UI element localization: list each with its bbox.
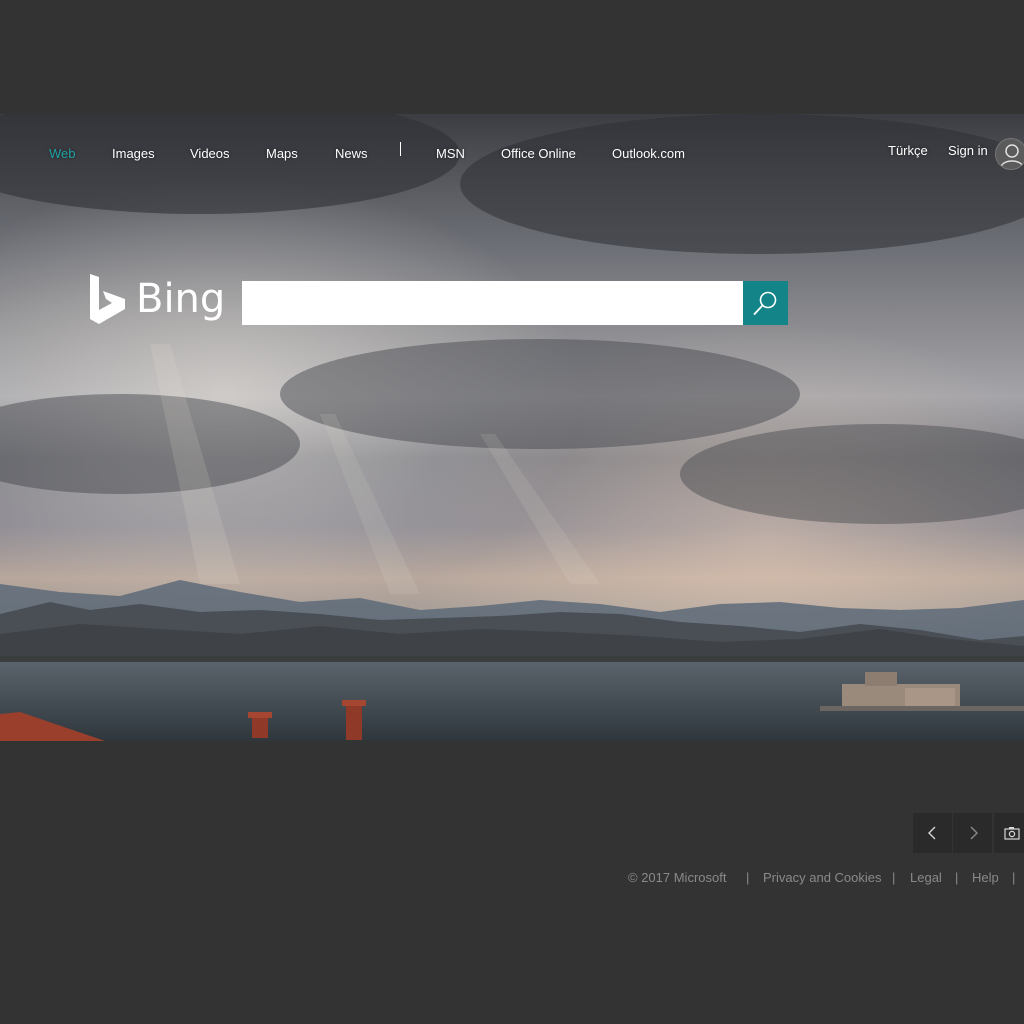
- camera-button[interactable]: [994, 813, 1024, 853]
- nav-maps[interactable]: Maps: [266, 146, 298, 161]
- bing-b-icon: [90, 274, 125, 324]
- user-silhouette-icon[interactable]: [995, 138, 1024, 170]
- footer-separator: |: [746, 870, 750, 885]
- copyright: © 2017 Microsoft: [628, 870, 727, 885]
- search-button[interactable]: [743, 281, 788, 325]
- nav-msn[interactable]: MSN: [436, 146, 465, 161]
- nav-divider: [400, 142, 401, 156]
- chevron-left-icon: [928, 826, 936, 840]
- nav-videos[interactable]: Videos: [190, 146, 230, 161]
- search-icon: [753, 291, 777, 315]
- chevron-right-icon: [970, 826, 978, 840]
- footer-separator: |: [892, 870, 896, 885]
- nav-web[interactable]: Web: [49, 146, 76, 161]
- bing-logo[interactable]: Bing: [88, 274, 228, 328]
- nav-news[interactable]: News: [335, 146, 368, 161]
- nav-office-online[interactable]: Office Online: [501, 146, 576, 161]
- background-image: [0, 114, 1024, 741]
- search-input[interactable]: [242, 281, 743, 325]
- legal-link[interactable]: Legal: [910, 870, 942, 885]
- footer-separator: |: [955, 870, 959, 885]
- language-link[interactable]: Türkçe: [888, 143, 928, 158]
- previous-image-button[interactable]: [913, 813, 952, 853]
- privacy-link[interactable]: Privacy and Cookies: [763, 870, 882, 885]
- nav-outlook[interactable]: Outlook.com: [612, 146, 685, 161]
- top-nav: Web Images Videos Maps News MSN Office O…: [0, 142, 1024, 166]
- camera-icon: [1004, 827, 1020, 840]
- landscape-scene: [0, 114, 1024, 741]
- logo-text: Bing: [136, 276, 226, 322]
- nav-images[interactable]: Images: [112, 146, 155, 161]
- help-link[interactable]: Help: [972, 870, 999, 885]
- footer-separator: |: [1012, 870, 1016, 885]
- sign-in-link[interactable]: Sign in: [948, 143, 988, 158]
- next-image-button[interactable]: [953, 813, 992, 853]
